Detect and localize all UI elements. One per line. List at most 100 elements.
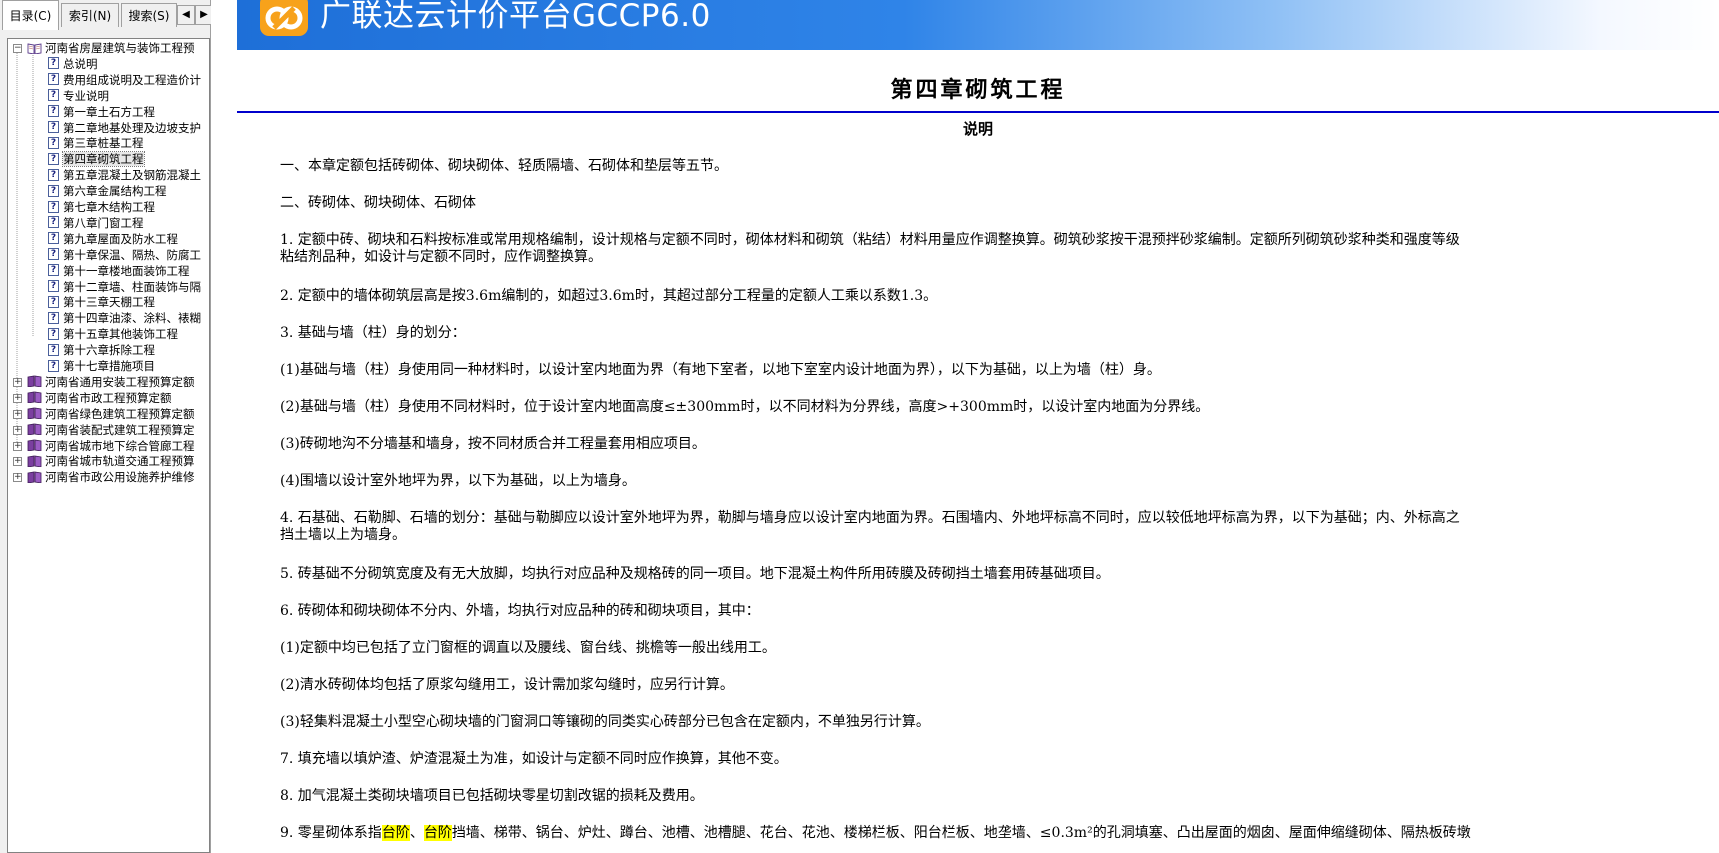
- tree-item-label: 第六章金属结构工程: [63, 184, 167, 199]
- tree-item-label: 河南省城市地下综合管廊工程: [45, 438, 195, 453]
- search-highlight: 台阶: [381, 825, 410, 841]
- tree-item-label: 费用组成说明及工程造价计: [63, 72, 201, 87]
- help-page-icon: ?: [48, 264, 59, 277]
- tree-root-item[interactable]: 河南省房屋建筑与装饰工程预: [27, 40, 195, 56]
- tree-item[interactable]: ? 第七章木结构工程: [48, 199, 155, 215]
- paragraph-line: 3. 基础与墙（柱）身的划分：: [280, 325, 466, 341]
- tree-item[interactable]: ? 第十七章措施项目: [48, 358, 155, 374]
- paragraph: (2)清水砖砌体均包括了原浆勾缝用工，设计需加浆勾缝时，应另行计算。: [280, 677, 1719, 694]
- help-page-icon: ?: [48, 280, 59, 292]
- tree-item[interactable]: ? 总说明: [48, 56, 98, 72]
- tree-item-label: 河南省市政公用设施养护维修: [45, 470, 195, 485]
- help-page-icon: ?: [48, 136, 59, 149]
- tab-index[interactable]: 索引(N): [61, 3, 119, 27]
- tree-book-item[interactable]: 河南省市政公用设施养护维修: [27, 469, 195, 485]
- tree-item-label: 第五章混凝土及钢筋混凝土: [63, 168, 201, 183]
- expand-icon[interactable]: +: [13, 441, 22, 451]
- tree-item[interactable]: ? 第一章土石方工程: [48, 104, 155, 120]
- help-page-icon: ?: [48, 89, 59, 102]
- book-icon: [27, 375, 45, 389]
- paragraph: 6. 砖砌体和砌块砌体不分内、外墙，均执行对应品种的砖和砌块项目，其中：: [280, 603, 1719, 620]
- tree-item[interactable]: ? 第五章混凝土及钢筋混凝土: [48, 167, 201, 183]
- tree-item-label: 第十三章天棚工程: [63, 295, 155, 310]
- tree-item[interactable]: ? 专业说明: [48, 88, 109, 104]
- paragraph: 4. 石基础、石勒脚、石墙的划分：基础与勒脚应以设计室外地坪为界，勒脚与墙身应以…: [280, 510, 1719, 544]
- paragraph: 8. 加气混凝土类砌块墙项目已包括砌块零星切割改锯的损耗及费用。: [280, 788, 1719, 805]
- tab-contents[interactable]: 目录(C): [2, 0, 59, 30]
- tree-item[interactable]: ? 第十一章楼地面装饰工程: [48, 263, 190, 279]
- tab-scroll-left-button[interactable]: ◀: [177, 5, 195, 25]
- paragraph: (1)定额中均已包括了立门窗框的调直以及腰线、窗台线、挑檐等一般出线用工。: [280, 640, 1719, 657]
- paragraph: (4)围墙以设计室外地坪为界，以下为基础，以上为墙身。: [280, 473, 1719, 490]
- expand-icon[interactable]: +: [13, 377, 22, 387]
- tree-item-label: 河南省绿色建筑工程预算定额: [45, 406, 195, 421]
- help-page-icon: ?: [48, 232, 59, 245]
- tree-item-label: 第一章土石方工程: [63, 104, 155, 119]
- paragraph-line: 挡土墙以上为墙身。: [280, 527, 406, 543]
- paragraph: 二、砖砌体、砌块砌体、石砌体: [280, 195, 1719, 212]
- tree-item[interactable]: ? 第三章桩基工程: [48, 135, 144, 151]
- expand-icon[interactable]: +: [13, 425, 22, 435]
- tree-item[interactable]: ? 第四章砌筑工程: [48, 151, 145, 168]
- tree-book-item[interactable]: 河南省装配式建筑工程预算定: [27, 422, 195, 438]
- paragraph: 7. 填充墙以填炉渣、炉渣混凝土为准，如设计与定额不同时应作换算，其他不变。: [280, 751, 1719, 768]
- tree-book-item[interactable]: 河南省城市地下综合管廊工程: [27, 438, 195, 454]
- tree-book-item[interactable]: 河南省通用安装工程预算定额: [27, 374, 195, 390]
- tree-item-label: 河南省装配式建筑工程预算定: [45, 422, 195, 437]
- expand-icon[interactable]: +: [13, 393, 22, 403]
- tree-item-label: 第十章保温、隔热、防腐工: [63, 247, 201, 262]
- book-icon: [27, 454, 45, 468]
- document-viewer[interactable]: 广联达云计价平台GCCP6.0 第四章砌筑工程 说明 一、本章定额包括砖砌体、砌…: [211, 0, 1719, 853]
- glodon-logo-icon: [260, 0, 308, 36]
- book-icon: [27, 391, 45, 405]
- paragraph: (3)轻集料混凝土小型空心砌块墙的门窗洞口等镶砌的同类实心砖部分已包含在定额内，…: [280, 714, 1719, 731]
- help-page-icon: ?: [48, 359, 59, 372]
- paragraph-line: 粘结剂品种，如设计与定额不同时，应作调整换算。: [280, 249, 602, 265]
- paragraph-line: (3)砖砌地沟不分墙基和墙身，按不同材质合并工程量套用相应项目。: [280, 436, 706, 452]
- paragraph: 3. 基础与墙（柱）身的划分：: [280, 325, 1719, 342]
- tree-item-label: 专业说明: [63, 88, 109, 103]
- tree-item-label: 第九章屋面及防水工程: [63, 231, 178, 246]
- tree-item[interactable]: ? 第十六章拆除工程: [48, 342, 155, 358]
- tree-item[interactable]: ? 费用组成说明及工程造价计: [48, 72, 201, 88]
- app-title: 广联达云计价平台GCCP6.0: [320, 0, 711, 34]
- expand-icon[interactable]: +: [13, 457, 22, 467]
- book-icon: [27, 470, 45, 484]
- tree-item[interactable]: ? 第二章地基处理及边坡支护: [48, 120, 201, 136]
- tree-book-item[interactable]: 河南省绿色建筑工程预算定额: [27, 406, 195, 422]
- tree-item[interactable]: ? 第九章屋面及防水工程: [48, 231, 178, 247]
- tree-item-label: 总说明: [63, 56, 98, 71]
- tree-book-item[interactable]: 河南省市政工程预算定额: [27, 390, 172, 406]
- expand-icon[interactable]: +: [13, 473, 22, 483]
- tree-item-label: 第四章砌筑工程: [62, 151, 145, 168]
- contents-tree[interactable]: − 河南省房屋建筑与装饰工程预? 总说明? 费用组成说明及工程造价计? 专业说明? 第一章…: [7, 38, 210, 853]
- tree-item[interactable]: ? 第十五章其他装饰工程: [48, 326, 178, 342]
- tree-item-label: 第七章木结构工程: [63, 200, 155, 214]
- book-icon: [27, 439, 45, 453]
- collapse-icon[interactable]: −: [13, 44, 22, 53]
- tree-item[interactable]: ? 第十四章油漆、涂料、裱糊: [48, 310, 201, 326]
- help-page-icon: ?: [48, 216, 59, 229]
- paragraph: (1)基础与墙（柱）身使用同一种材料时，以设计室内地面为界（有地下室者，以地下室…: [280, 362, 1719, 379]
- help-page-icon: ?: [48, 295, 59, 308]
- tree-item[interactable]: ? 第八章门窗工程: [48, 215, 144, 231]
- tree-item-label: 第三章桩基工程: [63, 136, 144, 151]
- paragraph-line: 二、砖砌体、砌块砌体、石砌体: [280, 195, 476, 211]
- help-page-icon: ?: [48, 248, 59, 261]
- tree-item[interactable]: ? 第十三章天棚工程: [48, 294, 155, 310]
- tree-item-label: 第十一章楼地面装饰工程: [63, 263, 190, 278]
- tree-item[interactable]: ? 第十章保温、隔热、防腐工: [48, 247, 201, 263]
- book-icon: [27, 407, 45, 421]
- tab-search[interactable]: 搜索(S): [121, 3, 177, 27]
- paragraph-text: 9. 零星砌体系指: [280, 825, 382, 841]
- expand-icon[interactable]: +: [13, 409, 22, 419]
- paragraph-text: 、: [409, 825, 424, 841]
- open-book-icon: [27, 41, 45, 55]
- chevron-left-icon: ◀: [182, 9, 190, 20]
- tree-item[interactable]: ? 第六章金属结构工程: [48, 183, 167, 199]
- help-page-icon: ?: [48, 57, 59, 70]
- tree-book-item[interactable]: 河南省城市轨道交通工程预算: [27, 453, 195, 469]
- tree-item[interactable]: ? 第十二章墙、柱面装饰与隔: [48, 279, 201, 295]
- section-title: 说明: [962, 120, 993, 138]
- tree-item-label: 河南省市政工程预算定额: [45, 390, 172, 405]
